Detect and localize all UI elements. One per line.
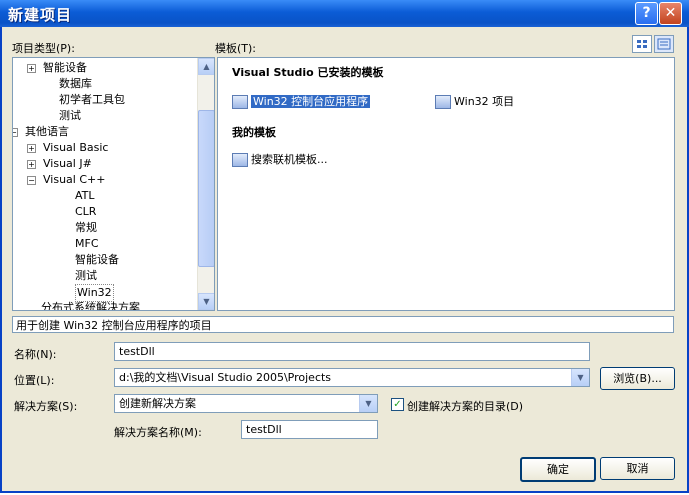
scroll-down-icon[interactable]: ▼: [198, 293, 214, 310]
checkmark-icon: ✓: [393, 399, 402, 410]
close-button[interactable]: ✕: [659, 2, 682, 25]
large-icons-view-button[interactable]: [632, 35, 652, 53]
console-app-icon: [232, 95, 248, 109]
solution-name-label: 解决方案名称(M):: [114, 426, 202, 439]
chevron-down-icon[interactable]: ▼: [571, 369, 589, 386]
location-label: 位置(L):: [14, 374, 55, 387]
small-icons-view-icon: [657, 38, 671, 50]
tree-item-label: 智能设备: [43, 61, 87, 74]
title-bar[interactable]: 新建项目 ? ✕: [0, 0, 689, 27]
template-label: Win32 控制台应用程序: [251, 95, 371, 108]
ok-button[interactable]: 确定: [520, 457, 596, 482]
expand-icon[interactable]: +: [27, 160, 36, 169]
tree-item-label: 分布式系统解决方案: [41, 301, 140, 311]
template-description: 用于创建 Win32 控制台应用程序的项目: [12, 316, 674, 333]
templates-label: 模板(T):: [215, 42, 257, 55]
collapse-icon[interactable]: −: [13, 128, 18, 137]
tree-item-label: 测试: [75, 269, 97, 282]
location-value: d:\我的文档\Visual Studio 2005\Projects: [119, 371, 332, 384]
win32-project-icon: [435, 95, 451, 109]
tree-item-label: Visual C++: [43, 173, 106, 186]
project-types-tree[interactable]: +智能设备数据库初学者工具包测试−其他语言+Visual Basic+Visua…: [12, 57, 215, 311]
collapse-icon[interactable]: −: [27, 176, 36, 185]
create-directory-checkbox[interactable]: ✓: [391, 398, 404, 411]
tree-scrollbar[interactable]: ▲ ▼: [197, 58, 214, 310]
name-input[interactable]: testDll: [114, 342, 590, 361]
tree-item-label: 测试: [59, 109, 81, 122]
new-project-dialog: 新建项目 ? ✕ 项目类型(P): 模板(T): + 智能设备 数据库 初学者工具包测…: [0, 0, 689, 493]
window-title: 新建项目: [8, 6, 73, 24]
project-types-label: 项目类型(P):: [12, 42, 75, 55]
template-label: 搜索联机模板...: [251, 153, 328, 166]
large-icons-view-icon: [637, 40, 647, 48]
solution-value: 创建新解决方案: [119, 397, 196, 410]
location-combo[interactable]: d:\我的文档\Visual Studio 2005\Projects ▼: [114, 368, 590, 387]
my-templates-header: 我的模板: [232, 126, 276, 139]
tree-item-label: 其他语言: [25, 125, 69, 138]
installed-templates-header: Visual Studio 已安装的模板: [232, 66, 384, 79]
tree-item-label: 初学者工具包: [59, 93, 125, 106]
browse-button[interactable]: 浏览(B)...: [600, 367, 675, 390]
expand-icon[interactable]: +: [27, 144, 36, 153]
tree-item-label: CLR: [75, 205, 97, 218]
create-directory-label: 创建解决方案的目录(D): [407, 400, 524, 413]
search-online-icon: [232, 153, 248, 167]
scroll-up-icon[interactable]: ▲: [198, 58, 214, 75]
solution-name-input[interactable]: testDll: [241, 420, 378, 439]
tree-item-label: MFC: [75, 237, 99, 250]
solution-combo[interactable]: 创建新解决方案 ▼: [114, 394, 378, 413]
template-search-online[interactable]: 搜索联机模板...: [232, 151, 328, 167]
tree-item-label: Visual Basic: [43, 141, 109, 154]
solution-label: 解决方案(S):: [14, 400, 78, 413]
tree-item-label: ATL: [75, 189, 95, 202]
template-win32-project[interactable]: Win32 项目: [435, 93, 514, 109]
chevron-down-icon[interactable]: ▼: [359, 395, 377, 412]
template-label: Win32 项目: [454, 95, 515, 108]
scroll-thumb[interactable]: [198, 110, 214, 267]
help-button[interactable]: ?: [635, 2, 658, 25]
small-icons-view-button[interactable]: [654, 35, 674, 53]
expand-icon[interactable]: +: [27, 64, 36, 73]
name-label: 名称(N):: [14, 348, 57, 361]
tree-item-label: 智能设备: [75, 253, 119, 266]
tree-item-label: Visual J#: [43, 157, 92, 170]
tree-item-label: 数据库: [59, 77, 92, 90]
template-console-app[interactable]: Win32 控制台应用程序: [232, 93, 371, 109]
cancel-button[interactable]: 取消: [600, 457, 675, 480]
tree-item-label: 常规: [75, 221, 97, 234]
templates-list[interactable]: Visual Studio 已安装的模板 Win32 控制台应用程序 Win32…: [217, 57, 675, 311]
